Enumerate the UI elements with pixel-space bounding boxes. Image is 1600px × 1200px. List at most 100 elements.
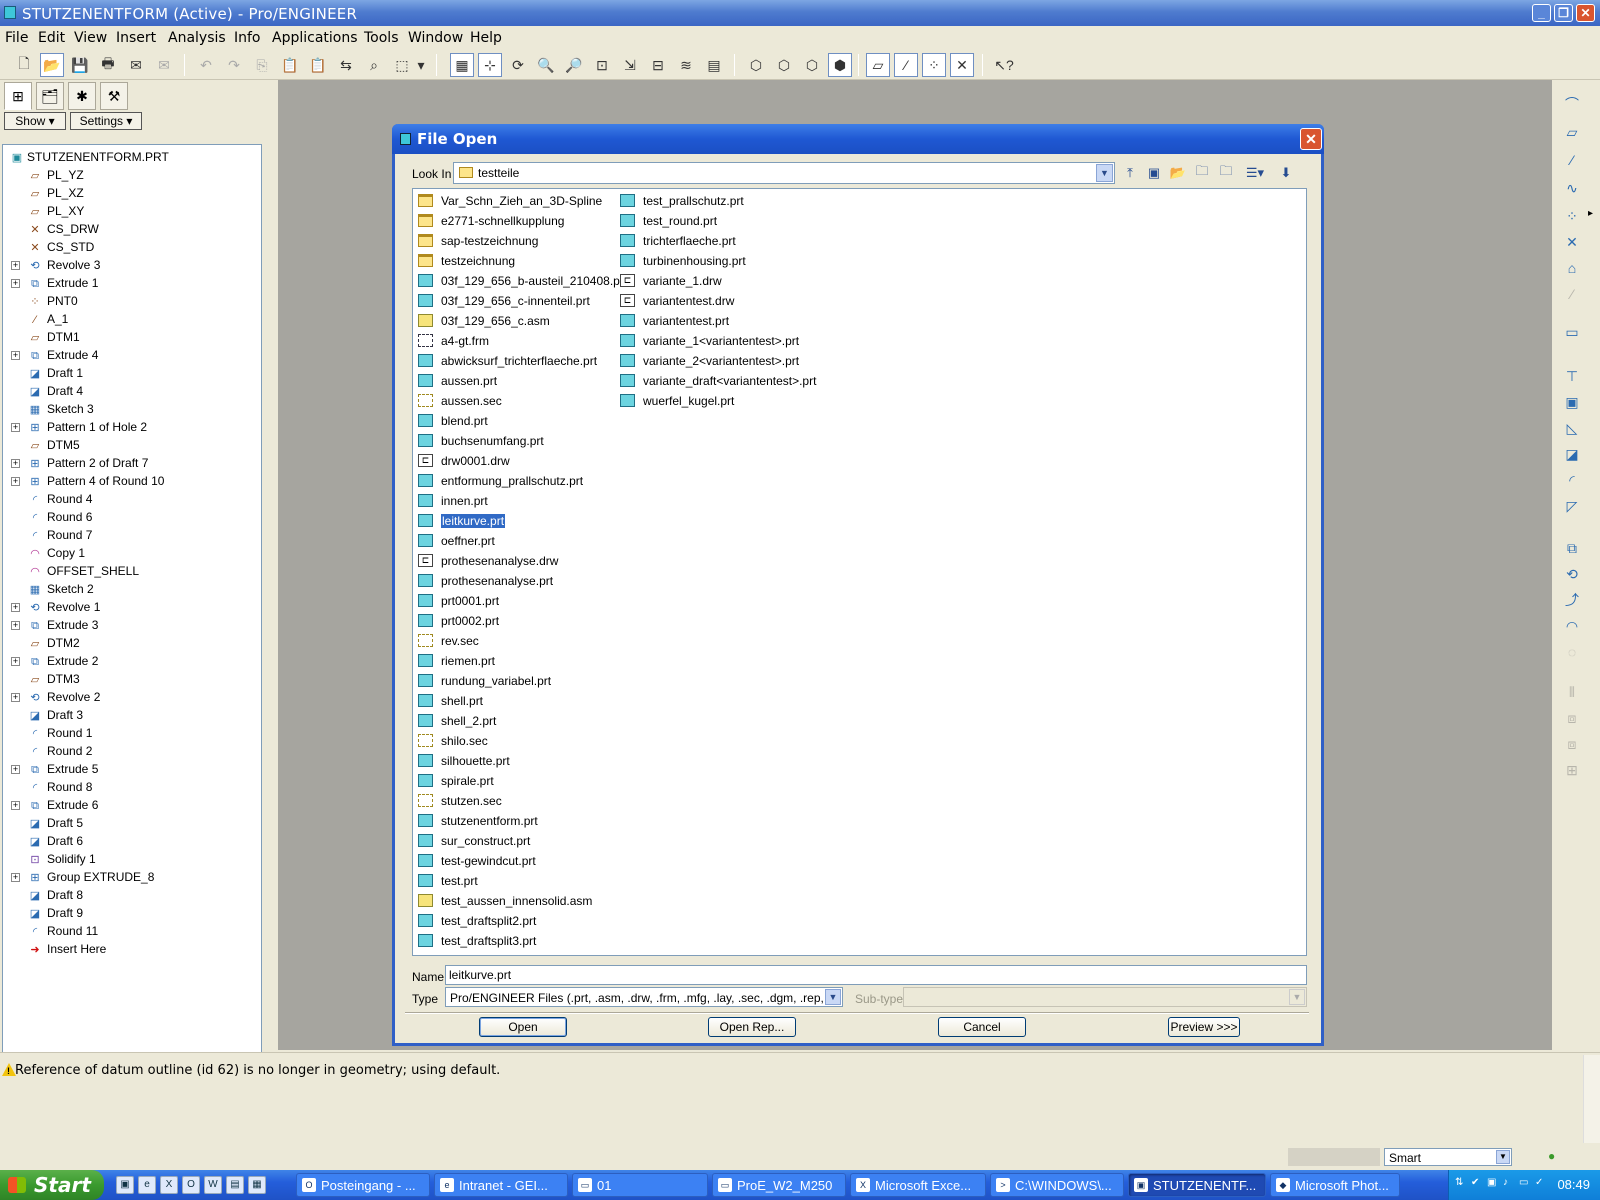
start-button[interactable]: Start: [0, 1170, 104, 1200]
restore-button[interactable]: ❐: [1554, 4, 1573, 22]
tree-item[interactable]: ➜ Insert Here: [3, 941, 261, 959]
tray-app-icon[interactable]: ▣: [1487, 1177, 1501, 1191]
tray-monitor-icon[interactable]: ▭: [1519, 1177, 1533, 1191]
taskbar-button[interactable]: ▣ STUTZENENTF...: [1128, 1173, 1266, 1197]
shading-icon[interactable]: ⬢: [828, 53, 852, 77]
cancel-button[interactable]: Cancel: [938, 1017, 1026, 1037]
panel-splitter[interactable]: [264, 80, 278, 1050]
expand-icon[interactable]: +: [11, 693, 20, 702]
tree-item[interactable]: ▱ PL_XY: [3, 203, 261, 221]
menu-applications[interactable]: Applications: [272, 30, 358, 46]
favorites-icon[interactable]: 🗀: [1215, 162, 1237, 184]
find-icon[interactable]: ⌕: [362, 53, 386, 77]
coord-sys-tool-icon[interactable]: ✕: [1558, 230, 1586, 254]
tree-item[interactable]: ◪ Draft 8: [3, 887, 261, 905]
open-file-icon[interactable]: 📂: [40, 53, 64, 77]
tray-check-icon[interactable]: ✓: [1535, 1177, 1549, 1191]
taskbar-button[interactable]: > C:\WINDOWS\...: [990, 1173, 1124, 1197]
expand-icon[interactable]: +: [11, 657, 20, 666]
tree-item[interactable]: ◜ Round 8: [3, 779, 261, 797]
menu-tools[interactable]: Tools: [364, 30, 399, 46]
tree-item[interactable]: ◪ Draft 9: [3, 905, 261, 923]
show-button[interactable]: Show ▾: [4, 112, 66, 130]
taskbar-button[interactable]: O Posteingang - ...: [296, 1173, 430, 1197]
tree-item[interactable]: ◪ Draft 3: [3, 707, 261, 725]
tree-item[interactable]: + ⟲ Revolve 3: [3, 257, 261, 275]
tree-item[interactable]: ◠ Copy 1: [3, 545, 261, 563]
taskbar-button[interactable]: ▭ ProE_W2_M250: [712, 1173, 846, 1197]
tree-item[interactable]: + ⧉ Extrude 3: [3, 617, 261, 635]
taskbar-button[interactable]: e Intranet - GEI...: [434, 1173, 568, 1197]
expand-icon[interactable]: +: [11, 477, 20, 486]
folder-browser-tab-icon[interactable]: 🗂: [36, 82, 64, 110]
redo-icon[interactable]: ↷: [222, 53, 246, 77]
dialog-close-button[interactable]: ✕: [1300, 128, 1322, 150]
datum-planes-toggle-icon[interactable]: ▱: [866, 53, 890, 77]
datum-points-toggle-icon[interactable]: ⁘: [922, 53, 946, 77]
taskbar-button[interactable]: ◆ Microsoft Phot...: [1270, 1173, 1400, 1197]
menu-file[interactable]: File: [5, 30, 28, 46]
view-manager-icon[interactable]: ▤: [702, 53, 726, 77]
chevron-down-icon[interactable]: ▼: [825, 989, 841, 1005]
analysis-tool-icon[interactable]: ⌂: [1558, 256, 1586, 280]
undo-icon[interactable]: ↶: [194, 53, 218, 77]
sketched-curve-tool-icon[interactable]: ▭: [1558, 320, 1586, 344]
selection-box-icon[interactable]: ⬚: [390, 53, 414, 77]
tree-item[interactable]: ✕ CS_DRW: [3, 221, 261, 239]
tree-item[interactable]: ◜ Round 7: [3, 527, 261, 545]
tree-item[interactable]: ◪ Draft 4: [3, 383, 261, 401]
datum-plane-tool-icon[interactable]: ▱: [1558, 120, 1586, 144]
tree-item[interactable]: ◜ Round 6: [3, 509, 261, 527]
tray-network-icon[interactable]: ⇅: [1455, 1177, 1469, 1191]
filename-input[interactable]: leitkurve.prt: [445, 965, 1307, 985]
reorient-icon[interactable]: ⇲: [618, 53, 642, 77]
save-icon[interactable]: 💾: [68, 53, 92, 77]
wireframe-icon[interactable]: ⬡: [744, 53, 768, 77]
menu-analysis[interactable]: Analysis: [168, 30, 226, 46]
tray-volume-icon[interactable]: ♪: [1503, 1177, 1517, 1191]
quicklaunch-desktop-icon[interactable]: ▣: [116, 1176, 134, 1194]
expand-icon[interactable]: +: [11, 261, 20, 270]
favorites-tab-icon[interactable]: ✱: [68, 82, 96, 110]
tree-item[interactable]: ▱ DTM1: [3, 329, 261, 347]
menu-help[interactable]: Help: [470, 30, 502, 46]
look-in-dropdown[interactable]: testteile ▼: [453, 162, 1115, 184]
preview-button[interactable]: Preview >>>: [1168, 1017, 1240, 1037]
connections-tab-icon[interactable]: ⚒: [100, 82, 128, 110]
new-folder-icon[interactable]: 🗀: [1191, 162, 1213, 184]
datum-point-tool-icon[interactable]: ⁘: [1558, 204, 1586, 228]
chamfer-tool-icon[interactable]: ◸: [1558, 494, 1586, 518]
zoom-out-icon[interactable]: 🔎: [562, 53, 586, 77]
shell-tool-icon[interactable]: ▣: [1558, 390, 1586, 414]
tree-item[interactable]: + ⊞ Pattern 2 of Draft 7: [3, 455, 261, 473]
selection-filter-dropdown[interactable]: Smart ▼: [1384, 1148, 1512, 1166]
tree-item[interactable]: + ⊞ Pattern 1 of Hole 2: [3, 419, 261, 437]
tree-item[interactable]: ▱ PL_YZ: [3, 167, 261, 185]
expand-icon[interactable]: +: [11, 459, 20, 468]
file-type-dropdown[interactable]: Pro/ENGINEER Files (.prt, .asm, .drw, .f…: [445, 987, 843, 1007]
tree-item[interactable]: + ⊞ Pattern 4 of Round 10: [3, 473, 261, 491]
chevron-down-icon[interactable]: ▾: [414, 53, 428, 77]
close-window-button[interactable]: ✕: [1576, 4, 1595, 22]
open-button[interactable]: Open: [479, 1017, 567, 1037]
quicklaunch-explorer-icon[interactable]: ▤: [226, 1176, 244, 1194]
menu-edit[interactable]: Edit: [38, 30, 65, 46]
regenerate-icon[interactable]: ⇆: [334, 53, 358, 77]
settings-button[interactable]: Settings ▾: [70, 112, 142, 130]
extrude-tool-icon[interactable]: ⧉: [1558, 536, 1586, 560]
tree-item[interactable]: + ⟲ Revolve 2: [3, 689, 261, 707]
view-menu-icon[interactable]: ☰▾: [1241, 162, 1269, 184]
tree-item[interactable]: ◜ Round 1: [3, 725, 261, 743]
print-icon[interactable]: 🖶: [96, 53, 120, 77]
copy-icon[interactable]: ⎘: [250, 53, 274, 77]
menu-view[interactable]: View: [74, 30, 107, 46]
layers-icon[interactable]: ≋: [674, 53, 698, 77]
expand-icon[interactable]: +: [11, 621, 20, 630]
hidden-line-icon[interactable]: ⬡: [772, 53, 796, 77]
model-tree-tab-icon[interactable]: ⊞: [4, 82, 32, 110]
tree-item[interactable]: ◠ OFFSET_SHELL: [3, 563, 261, 581]
tree-item[interactable]: ⁘ PNT0: [3, 293, 261, 311]
hole-tool-icon[interactable]: ⊤: [1558, 364, 1586, 388]
menu-window[interactable]: Window: [408, 30, 463, 46]
tree-item[interactable]: ▱ DTM5: [3, 437, 261, 455]
